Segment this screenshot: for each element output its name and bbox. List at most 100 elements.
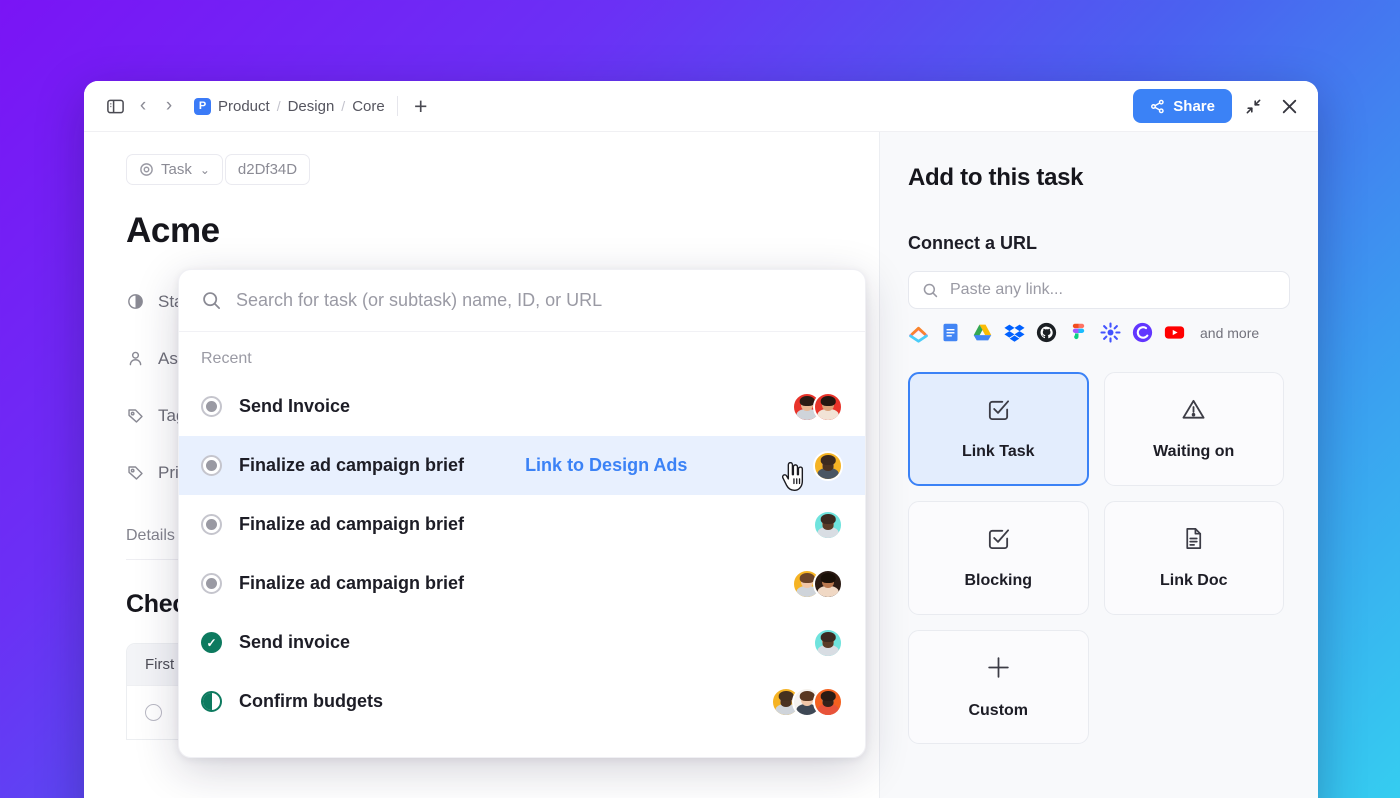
and-more-label: and more <box>1200 325 1259 341</box>
result-assignees <box>771 687 843 717</box>
dropdown-result-row[interactable]: ✓ Send invoice <box>179 613 865 672</box>
status-open-icon[interactable] <box>201 573 222 594</box>
result-title: Confirm budgets <box>239 691 383 712</box>
github-icon[interactable] <box>1036 322 1057 343</box>
search-input-placeholder: Search for task (or subtask) name, ID, o… <box>236 290 602 311</box>
result-title: Finalize ad campaign brief <box>239 573 464 594</box>
status-open-icon[interactable] <box>201 396 222 417</box>
top-toolbar: ‹ › P Product / Design / Core + Share <box>84 81 1318 132</box>
tile-custom[interactable]: Custom <box>908 630 1089 744</box>
app-window: ‹ › P Product / Design / Core + Share <box>84 81 1318 798</box>
tile-link-task[interactable]: Link Task <box>908 372 1089 486</box>
result-assignees <box>813 628 843 658</box>
youtube-icon[interactable] <box>1164 322 1185 343</box>
avatar-stack <box>813 628 843 658</box>
breadcrumb-item-product[interactable]: Product <box>218 98 270 115</box>
dropdown-result-row[interactable]: Finalize ad campaign brief <box>179 554 865 613</box>
figma-icon[interactable] <box>1068 322 1089 343</box>
avatar[interactable] <box>813 510 843 540</box>
task-type-chip[interactable]: Task ⌄ <box>126 154 223 185</box>
document-icon <box>1181 526 1206 556</box>
avatar[interactable] <box>813 687 843 717</box>
person-icon <box>126 349 145 368</box>
back-button[interactable]: ‹ <box>130 91 156 121</box>
close-icon[interactable] <box>1274 91 1304 121</box>
sidebar-toggle-icon[interactable] <box>100 91 130 121</box>
hand-cursor-icon <box>779 462 807 492</box>
share-button-label: Share <box>1173 98 1215 115</box>
clickup-icon[interactable] <box>908 322 929 343</box>
dropdown-result-row[interactable]: Finalize ad campaign brief Link to Design… <box>179 436 865 495</box>
circle-app-icon[interactable] <box>1132 322 1153 343</box>
page-title: Acme <box>126 211 879 251</box>
search-input[interactable]: Search for task (or subtask) name, ID, o… <box>179 270 865 332</box>
tile-label: Blocking <box>964 572 1032 590</box>
breadcrumb: P Product / Design / Core <box>194 98 385 115</box>
add-to-task-tiles: Link Task Waiting on <box>908 372 1284 744</box>
link-task-search-dropdown: Search for task (or subtask) name, ID, o… <box>178 269 866 758</box>
dropdown-result-row[interactable]: Confirm budgets <box>179 672 865 731</box>
link-to-design-ads-button[interactable]: Link to Design Ads <box>525 455 687 476</box>
avatar[interactable] <box>813 392 843 422</box>
avatar[interactable] <box>813 569 843 599</box>
breadcrumb-separator: / <box>341 98 345 114</box>
task-id-chip[interactable]: d2Df34D <box>225 154 310 185</box>
add-tab-button[interactable]: + <box>408 95 434 118</box>
tile-blocking[interactable]: Blocking <box>908 501 1089 615</box>
task-type-label: Task <box>161 161 192 178</box>
avatar-stack <box>813 451 843 481</box>
tile-link-doc[interactable]: Link Doc <box>1104 501 1285 615</box>
breadcrumb-item-design[interactable]: Design <box>288 98 335 115</box>
result-title: Send invoice <box>239 632 350 653</box>
result-title: Finalize ad campaign brief <box>239 455 464 476</box>
search-icon <box>922 282 939 299</box>
status-open-icon[interactable] <box>201 455 222 476</box>
tile-label: Waiting on <box>1153 443 1234 461</box>
tile-label: Custom <box>968 702 1028 720</box>
result-assignees <box>813 451 843 481</box>
avatar-stack <box>792 392 843 422</box>
status-icon <box>126 292 145 311</box>
google-docs-icon[interactable] <box>940 322 961 343</box>
google-drive-icon[interactable] <box>972 322 993 343</box>
tile-label: Link Task <box>962 443 1035 461</box>
connect-url-heading: Connect a URL <box>908 233 1290 254</box>
url-input[interactable]: Paste any link... <box>908 271 1290 309</box>
dropdown-bottom-padding <box>179 731 865 757</box>
avatar-stack <box>792 569 843 599</box>
add-to-task-panel: Add to this task Connect a URL Paste any… <box>879 132 1318 798</box>
dropdown-result-row[interactable]: Finalize ad campaign brief <box>179 495 865 554</box>
share-icon <box>1150 99 1165 114</box>
result-assignees <box>792 569 843 599</box>
panel-title: Add to this task <box>908 164 1290 192</box>
check-square-icon <box>986 526 1011 556</box>
search-icon <box>201 290 222 311</box>
sunburst-icon[interactable] <box>1100 322 1121 343</box>
dropdown-result-row[interactable]: Send Invoice <box>179 377 865 436</box>
status-in-progress-icon[interactable] <box>201 691 222 712</box>
result-title: Finalize ad campaign brief <box>239 514 464 535</box>
status-open-icon[interactable] <box>201 514 222 535</box>
share-button[interactable]: Share <box>1133 89 1232 123</box>
forward-button[interactable]: › <box>156 91 182 121</box>
chevron-down-icon: ⌄ <box>200 163 210 177</box>
url-input-placeholder: Paste any link... <box>950 281 1063 299</box>
checkbox-icon[interactable] <box>145 704 162 721</box>
avatar[interactable] <box>813 628 843 658</box>
result-assignees <box>792 392 843 422</box>
workspace-avatar[interactable]: P <box>194 98 211 115</box>
task-detail-pane: Task ⌄ d2Df34D Acme Status Assigne <box>84 132 879 798</box>
tile-waiting-on[interactable]: Waiting on <box>1104 372 1285 486</box>
target-icon <box>139 162 154 177</box>
status-complete-icon[interactable]: ✓ <box>201 632 222 653</box>
window-content: Task ⌄ d2Df34D Acme Status Assigne <box>84 132 1318 798</box>
plus-icon <box>985 654 1012 686</box>
integration-apps-row: and more <box>908 322 1290 343</box>
dropdown-results-list: Send Invoice Finalize ad campaign brief Li… <box>179 377 865 731</box>
dropbox-icon[interactable] <box>1004 322 1025 343</box>
tag-icon <box>126 406 145 425</box>
avatar[interactable] <box>813 451 843 481</box>
result-title: Send Invoice <box>239 396 350 417</box>
collapse-icon[interactable] <box>1238 91 1268 121</box>
breadcrumb-item-core[interactable]: Core <box>352 98 385 115</box>
